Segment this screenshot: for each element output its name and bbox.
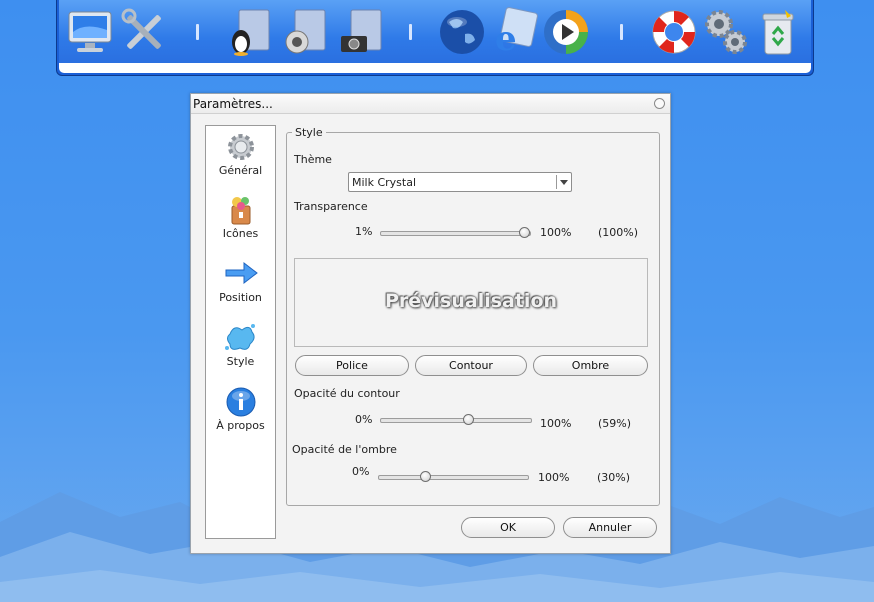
combo-divider [556,175,557,189]
dock-separator [409,24,412,40]
shadow-opacity-max: 100% [538,471,570,484]
outline-opacity-slider-thumb[interactable] [462,414,474,425]
outline-opacity-min: 0% [355,413,373,426]
groupbox-title: Style [292,126,326,139]
settings-dialog: Paramètres... Général Icônes Position St… [190,93,671,554]
dock-bottom-bar [59,63,811,73]
globe-icon[interactable] [437,6,487,58]
sidebar-item-style[interactable]: Style [206,322,275,368]
dialog-titlebar[interactable]: Paramètres... [191,94,670,114]
media-player-icon[interactable] [541,6,591,58]
dock-separator [620,24,623,40]
info-icon [226,387,255,417]
outline-button[interactable]: Contour [415,355,527,376]
shadow-opacity-min: 0% [352,465,370,478]
shadow-opacity-label: Opacité de l'ombre [292,443,397,456]
preview-box: Prévisualisation [294,258,648,347]
sidebar-item-icons[interactable]: Icônes [206,194,275,240]
application-dock: e [56,0,814,76]
internet-explorer-icon[interactable]: e [489,6,539,58]
outline-opacity-label: Opacité du contour [294,387,400,400]
preview-text: Prévisualisation [384,290,558,312]
outline-opacity-max: 100% [540,417,572,430]
tools-icon[interactable] [119,6,169,58]
font-button[interactable]: Police [295,355,409,376]
gears-icon[interactable] [701,6,751,58]
close-icon[interactable] [654,98,665,109]
sidebar-item-label: Style [226,355,255,368]
transparency-slider-thumb[interactable] [519,227,530,238]
settings-sidebar: Général Icônes Position Style À propos [205,125,276,539]
theme-label: Thème [294,153,332,166]
svg-text:e: e [495,19,517,58]
transparency-current: (100%) [598,226,639,239]
sidebar-item-label: Icônes [222,227,259,240]
shadow-opacity-slider-track[interactable] [378,475,529,480]
cancel-button[interactable]: Annuler [563,517,657,538]
audio-folder-icon[interactable] [281,6,331,58]
sidebar-item-label: Général [218,164,263,177]
sidebar-item-about[interactable]: À propos [206,386,275,432]
transparency-max: 100% [540,226,572,239]
sidebar-item-position[interactable]: Position [206,258,275,304]
transparency-min: 1% [355,225,373,238]
gear-icon [227,134,254,160]
sidebar-item-label: À propos [216,419,265,432]
recycle-bin-icon[interactable] [753,6,803,58]
lifebuoy-icon[interactable] [649,6,699,58]
shadow-opacity-current: (30%) [597,471,631,484]
theme-combobox[interactable]: Milk Crystal [348,172,572,192]
tux-folder-icon[interactable] [225,6,275,58]
transparency-label: Transparence [294,200,368,213]
paint-splash-icon [224,324,255,350]
outline-opacity-slider-track[interactable] [380,418,532,423]
theme-value: Milk Crystal [352,176,417,189]
photo-folder-icon[interactable] [337,6,387,58]
transparency-slider-track[interactable] [380,231,531,236]
chevron-down-icon[interactable] [560,180,568,185]
sidebar-item-general[interactable]: Général [206,131,275,177]
monitor-icon[interactable] [65,6,115,58]
shadow-button[interactable]: Ombre [533,355,648,376]
shadow-opacity-slider-thumb[interactable] [419,471,431,482]
outline-opacity-current: (59%) [598,417,632,430]
arrow-icon [225,261,258,285]
dock-separator [196,24,199,40]
icons-icon [231,197,250,225]
ok-button[interactable]: OK [461,517,555,538]
dialog-title: Paramètres... [193,97,273,111]
sidebar-item-label: Position [219,291,262,304]
